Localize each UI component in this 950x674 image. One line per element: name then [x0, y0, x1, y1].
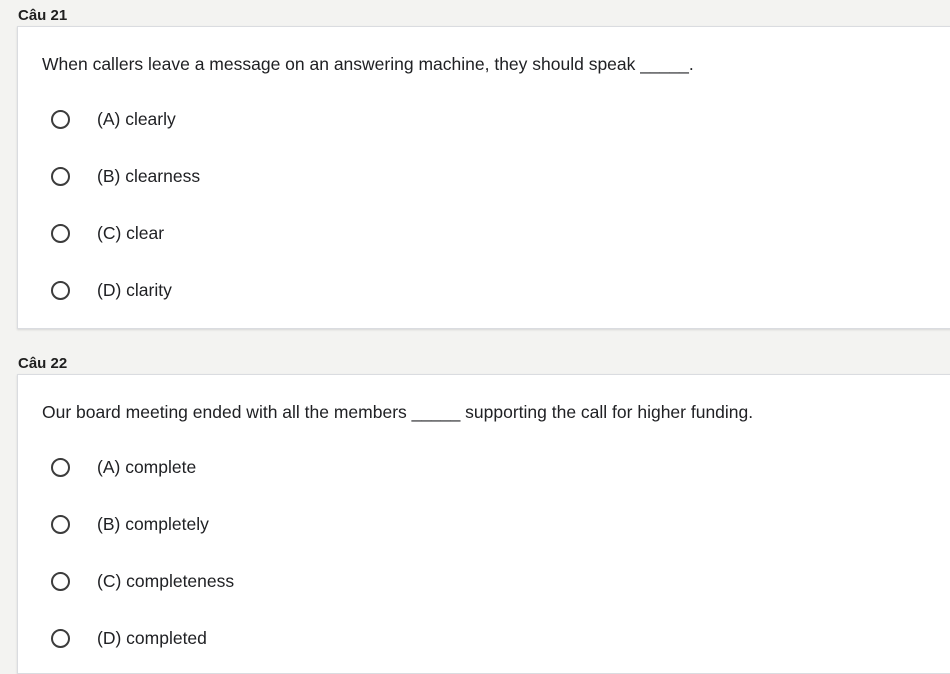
option-label: (A) clearly: [97, 108, 176, 129]
radio-button[interactable]: [51, 109, 70, 129]
question-card: Our board meeting ended with all the mem…: [17, 374, 950, 674]
answer-option-c[interactable]: (C) clear: [51, 221, 164, 245]
option-label: (B) completely: [97, 513, 209, 534]
option-label: (C) completeness: [97, 570, 235, 591]
answer-option-c[interactable]: (C) completeness: [51, 569, 234, 593]
answer-option-d[interactable]: (D) completed: [51, 626, 207, 650]
answer-option-d[interactable]: (D) clarity: [51, 278, 172, 302]
option-label: (A) complete: [97, 456, 197, 477]
option-label: (D) clarity: [97, 279, 172, 300]
question-text: Our board meeting ended with all the mem…: [42, 402, 754, 422]
option-label: (C) clear: [97, 222, 165, 243]
radio-button[interactable]: [51, 166, 70, 186]
question-number-label: Câu 21: [18, 7, 68, 24]
question-text: When callers leave a message on an answe…: [42, 54, 694, 74]
answer-option-b[interactable]: (B) clearness: [51, 164, 200, 188]
answer-option-a[interactable]: (A) complete: [51, 455, 196, 479]
radio-button[interactable]: [51, 280, 70, 300]
answer-option-a[interactable]: (A) clearly: [51, 107, 176, 131]
question-number-label: Câu 22: [18, 355, 68, 372]
answer-option-b[interactable]: (B) completely: [51, 512, 209, 536]
question-card: When callers leave a message on an answe…: [17, 26, 950, 329]
radio-button[interactable]: [51, 628, 70, 648]
option-label: (B) clearness: [97, 165, 201, 186]
option-label: (D) completed: [97, 627, 207, 648]
radio-button[interactable]: [51, 514, 70, 534]
radio-button[interactable]: [51, 571, 70, 591]
radio-button[interactable]: [51, 223, 70, 243]
radio-button[interactable]: [51, 457, 70, 477]
